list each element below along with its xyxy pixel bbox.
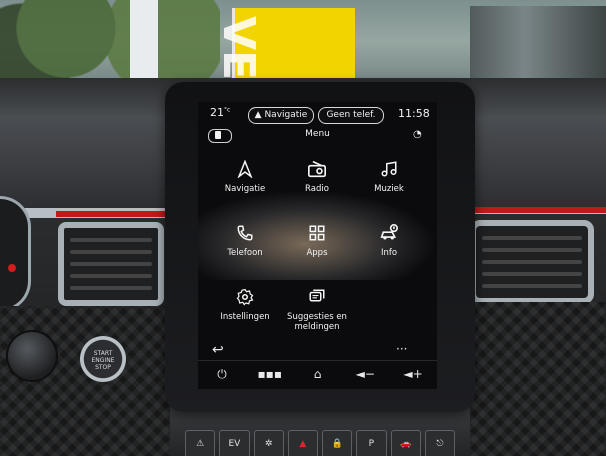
- car-assist-button[interactable]: 🚗: [390, 430, 421, 456]
- building-outside: [470, 6, 606, 88]
- parking-button[interactable]: P: [356, 430, 387, 456]
- navigation-shortcut[interactable]: ▲ Navigatie: [248, 107, 314, 124]
- menu-item-telefoon[interactable]: Telefoon: [210, 218, 280, 274]
- menu-item-info[interactable]: Info: [354, 218, 424, 274]
- instrument-cluster-edge: [0, 196, 31, 312]
- physical-button-ev[interactable]: EV: [219, 430, 250, 456]
- signal-icon: ◔: [413, 129, 422, 140]
- phone-icon: [234, 222, 256, 244]
- red-accent-strip-right: [472, 207, 606, 213]
- sub-header: Menu ◔: [198, 126, 437, 144]
- gear-icon: [234, 286, 256, 308]
- navigation-arrow-icon: [234, 158, 256, 180]
- trees-outside: [0, 0, 220, 80]
- lock-button[interactable]: 🔒: [322, 430, 353, 456]
- bottom-dock: ⏻ ▪▪▪ ⌂ ◄− ◄+: [198, 364, 437, 386]
- radio-icon: [306, 158, 328, 180]
- carbon-trim-right: [470, 302, 606, 456]
- outside-temperature: 21°c: [210, 106, 231, 119]
- physical-button-fan[interactable]: ✲: [253, 430, 284, 456]
- menu-item-radio[interactable]: Radio: [282, 154, 352, 210]
- power-icon[interactable]: ⏻: [212, 364, 232, 384]
- divider: [198, 360, 437, 361]
- physical-button-1[interactable]: ⚠︎: [185, 430, 216, 456]
- volume-down-icon[interactable]: ◄−: [355, 364, 375, 384]
- more-dots-icon[interactable]: ···: [396, 343, 407, 355]
- menu-item-apps[interactable]: Apps: [282, 218, 352, 274]
- menu-item-instellingen[interactable]: Instellingen: [210, 282, 280, 338]
- apps-grid-icon: [306, 222, 328, 244]
- clock: 11:58: [398, 107, 430, 120]
- messages-icon: [306, 286, 328, 308]
- drive-mode-knob[interactable]: [6, 330, 58, 382]
- seat-heat-button[interactable]: ⎋: [424, 430, 455, 456]
- status-bar: 21°c ▲ Navigatie Geen telef. 11:58: [198, 102, 437, 124]
- home-icon[interactable]: ⌂: [308, 364, 328, 384]
- air-vent-right[interactable]: [470, 220, 594, 304]
- red-accent-strip-left: [56, 211, 166, 217]
- page-title: Menu: [305, 129, 330, 139]
- hazard-button[interactable]: ▲: [287, 430, 318, 456]
- warning-light: [8, 264, 16, 272]
- volume-up-icon[interactable]: ◄+: [403, 364, 423, 384]
- menu-item-navigatie[interactable]: Navigatie: [210, 154, 280, 210]
- secondary-bar: ↩ ···: [198, 339, 437, 361]
- app-menu-icon[interactable]: ▪▪▪: [258, 364, 282, 384]
- menu-grid: Navigatie Radio Muziek Telefoon Apps Inf…: [198, 154, 437, 338]
- menu-item-muziek[interactable]: Muziek: [354, 154, 424, 210]
- phone-status-shortcut[interactable]: Geen telef.: [318, 107, 384, 124]
- infotainment-screen: 21°c ▲ Navigatie Geen telef. 11:58 Menu …: [198, 102, 437, 389]
- navigation-arrow-small-icon: ▲: [254, 110, 265, 120]
- back-arrow-icon[interactable]: ↩: [212, 343, 224, 357]
- physical-button-row: ⚠︎ EV ✲ ▲ 🔒 P 🚗 ⎋: [185, 430, 455, 456]
- banner-text: VE: [200, 16, 264, 80]
- car-info-icon: [378, 222, 400, 244]
- menu-item-suggesties[interactable]: Suggesties en meldingen: [282, 282, 352, 338]
- music-note-icon: [378, 158, 400, 180]
- air-vent-left[interactable]: [58, 222, 164, 306]
- start-stop-label: START ENGINE STOP: [91, 350, 115, 371]
